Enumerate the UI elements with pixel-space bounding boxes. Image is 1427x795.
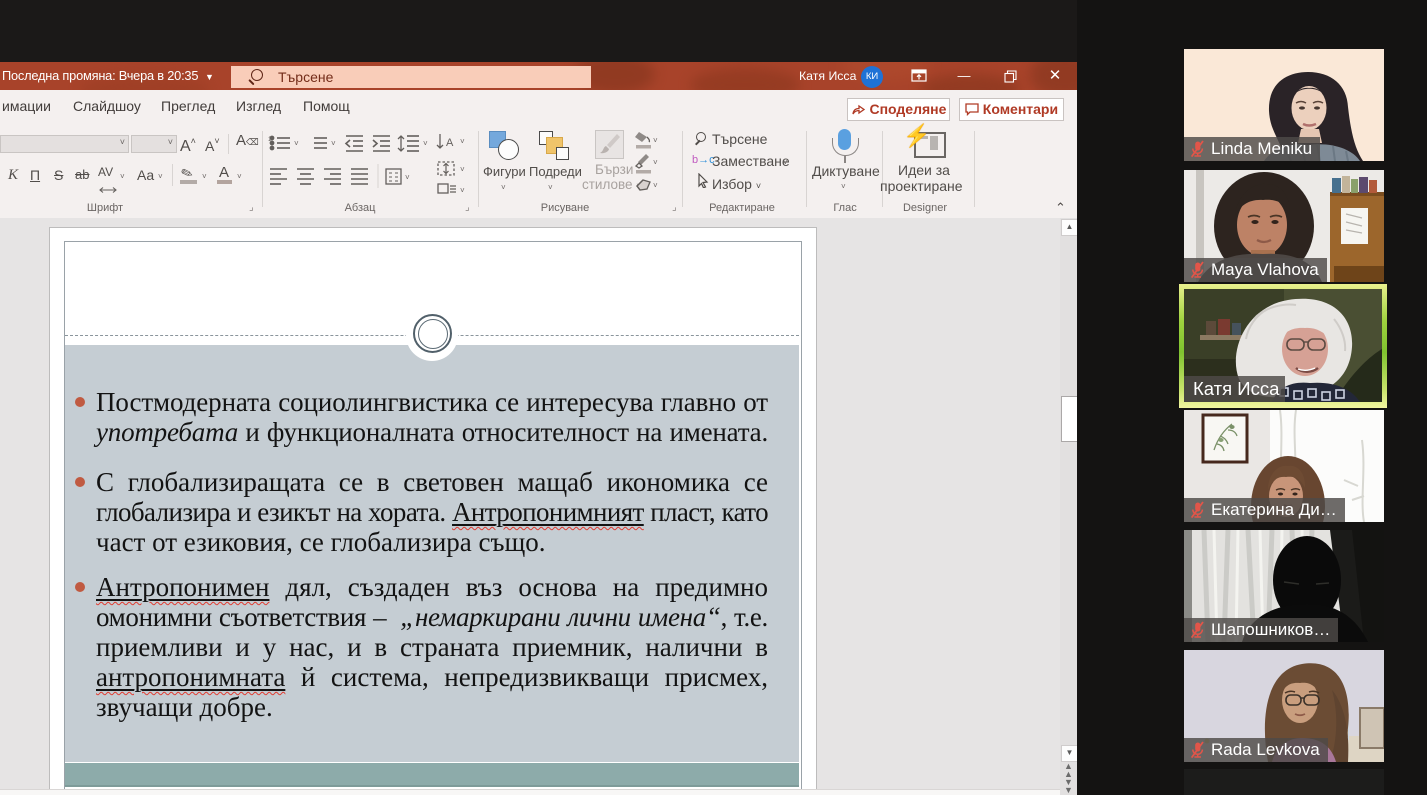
svg-text:˅: ˅ [405, 173, 410, 182]
svg-text:˅: ˅ [460, 186, 465, 195]
svg-text:˅: ˅ [294, 139, 299, 148]
svg-text:˅: ˅ [423, 139, 428, 148]
svg-text:˅: ˅ [460, 165, 465, 174]
svg-text:˅: ˅ [331, 139, 336, 148]
svg-text:A: A [446, 137, 454, 149]
svg-text:˅: ˅ [460, 137, 465, 146]
